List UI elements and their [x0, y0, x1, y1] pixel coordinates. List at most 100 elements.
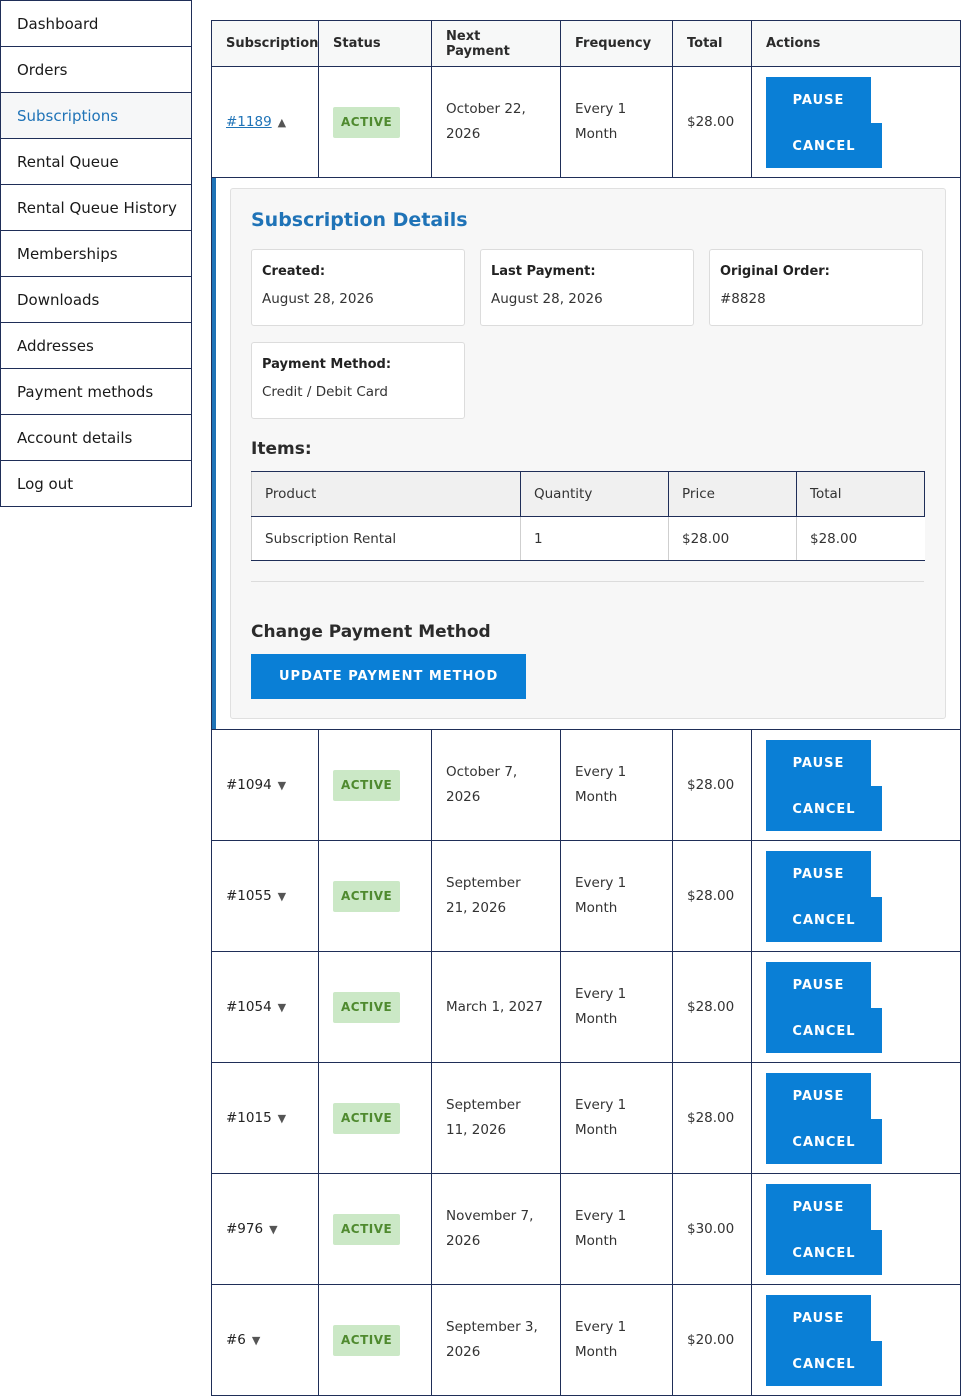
- frequency-cell: Every 1 Month: [560, 951, 673, 1063]
- subscription-id-cell: #1055 ▼: [211, 840, 319, 952]
- subscription-id[interactable]: #976: [226, 1221, 263, 1237]
- nav-item-payment-methods[interactable]: Payment methods: [0, 368, 192, 415]
- table-row: #976 ▼ ACTIVE November 7, 2026 Every 1 Mo…: [211, 1173, 961, 1285]
- frequency-cell: Every 1 Month: [560, 840, 673, 952]
- items-header-quantity: Quantity: [520, 471, 669, 517]
- subscription-id[interactable]: #1055: [226, 888, 272, 904]
- pause-button[interactable]: PAUSE: [766, 739, 871, 786]
- nav-item-orders[interactable]: Orders: [0, 46, 192, 93]
- subscription-id-cell: #1189 ▲: [211, 66, 319, 178]
- actions-cell: PAUSE CANCEL: [751, 1173, 961, 1285]
- pause-button[interactable]: PAUSE: [766, 961, 871, 1008]
- expand-arrow-icon[interactable]: ▼: [278, 1001, 286, 1014]
- original-order-label: Original Order:: [720, 264, 830, 279]
- actions-cell: PAUSE CANCEL: [751, 951, 961, 1063]
- item-total: $28.00: [796, 516, 925, 561]
- subscription-id-cell: #976 ▼: [211, 1173, 319, 1285]
- item-price: $28.00: [668, 516, 797, 561]
- table-row: #6 ▼ ACTIVE September 3, 2026 Every 1 Mon…: [211, 1284, 961, 1396]
- next-payment-cell: October 7, 2026: [431, 729, 561, 841]
- created-value: August 28, 2026: [262, 291, 374, 307]
- cancel-button[interactable]: CANCEL: [766, 1007, 882, 1053]
- pause-button[interactable]: PAUSE: [766, 1183, 871, 1230]
- status-cell: ACTIVE: [318, 1173, 432, 1285]
- last-payment-value: August 28, 2026: [491, 291, 603, 307]
- total-cell: $30.00: [672, 1173, 752, 1285]
- expand-arrow-icon[interactable]: ▼: [252, 1334, 260, 1347]
- pause-button[interactable]: PAUSE: [766, 1294, 871, 1341]
- subscriptions-table: Subscription Status Next Payment Frequen…: [211, 20, 961, 1396]
- cancel-button[interactable]: CANCEL: [766, 122, 882, 168]
- nav-item-addresses[interactable]: Addresses: [0, 322, 192, 369]
- expand-arrow-icon[interactable]: ▼: [278, 779, 286, 792]
- nav-item-account-details[interactable]: Account details: [0, 414, 192, 461]
- actions-cell: PAUSE CANCEL: [751, 729, 961, 841]
- created-label: Created:: [262, 264, 326, 279]
- next-payment-cell: September 11, 2026: [431, 1062, 561, 1174]
- table-row: #1015 ▼ ACTIVE September 11, 2026 Every 1…: [211, 1062, 961, 1174]
- items-title: Items:: [251, 439, 312, 459]
- status-cell: ACTIVE: [318, 1062, 432, 1174]
- subscription-id-cell: #1054 ▼: [211, 951, 319, 1063]
- items-header-row: Product Quantity Price Total: [251, 471, 925, 517]
- table-header-row: Subscription Status Next Payment Frequen…: [211, 20, 961, 67]
- payment-method-card: Payment Method: Credit / Debit Card: [251, 342, 465, 419]
- status-badge: ACTIVE: [333, 1102, 401, 1134]
- total-cell: $28.00: [672, 1062, 752, 1174]
- total-cell: $28.00: [672, 840, 752, 952]
- subscription-id-link[interactable]: #1189: [226, 114, 272, 130]
- nav-item-dashboard[interactable]: Dashboard: [0, 0, 192, 47]
- subscription-id-cell: #6 ▼: [211, 1284, 319, 1396]
- original-order-value: #8828: [720, 291, 766, 307]
- cancel-button[interactable]: CANCEL: [766, 1118, 882, 1164]
- cancel-button[interactable]: CANCEL: [766, 896, 882, 942]
- update-payment-method-button[interactable]: UPDATE PAYMENT METHOD: [251, 654, 527, 699]
- header-next-payment: Next Payment: [431, 20, 561, 67]
- expand-arrow-icon[interactable]: ▼: [269, 1223, 277, 1236]
- actions-cell: PAUSE CANCEL: [751, 66, 961, 178]
- details-cell: Subscription Details Created: August 28,…: [211, 177, 961, 730]
- next-payment-cell: September 21, 2026: [431, 840, 561, 952]
- status-badge: ACTIVE: [333, 1324, 401, 1356]
- pause-button[interactable]: PAUSE: [766, 76, 871, 123]
- frequency-cell: Every 1 Month: [560, 1173, 673, 1285]
- items-header-price: Price: [668, 471, 797, 517]
- nav-item-rental-queue-history[interactable]: Rental Queue History: [0, 184, 192, 231]
- table-row: Subscription Rental 1 $28.00 $28.00: [251, 516, 925, 561]
- actions-cell: PAUSE CANCEL: [751, 1284, 961, 1396]
- nav-item-subscriptions[interactable]: Subscriptions: [0, 92, 192, 139]
- subscription-id[interactable]: #1015: [226, 1110, 272, 1126]
- subscription-id[interactable]: #1054: [226, 999, 272, 1015]
- items-table: Product Quantity Price Total Subscriptio…: [251, 471, 925, 561]
- total-cell: $28.00: [672, 729, 752, 841]
- expand-arrow-icon[interactable]: ▼: [278, 1112, 286, 1125]
- change-payment-title: Change Payment Method: [251, 622, 491, 642]
- next-payment-cell: March 1, 2027: [431, 951, 561, 1063]
- nav-item-log-out[interactable]: Log out: [0, 460, 192, 507]
- expand-arrow-icon[interactable]: ▼: [278, 890, 286, 903]
- status-badge: ACTIVE: [333, 880, 401, 912]
- subscription-details-row: Subscription Details Created: August 28,…: [211, 177, 961, 730]
- last-payment-card: Last Payment: August 28, 2026: [480, 249, 694, 326]
- details-title: Subscription Details: [251, 209, 468, 231]
- nav-item-downloads[interactable]: Downloads: [0, 276, 192, 323]
- frequency-cell: Every 1 Month: [560, 1062, 673, 1174]
- cancel-button[interactable]: CANCEL: [766, 785, 882, 831]
- pause-button[interactable]: PAUSE: [766, 1072, 871, 1119]
- details-info-grid: Created: August 28, 2026 Last Payment: A…: [251, 249, 924, 419]
- total-cell: $20.00: [672, 1284, 752, 1396]
- subscription-id[interactable]: #1094: [226, 777, 272, 793]
- payment-method-label: Payment Method:: [262, 357, 392, 372]
- details-divider: [251, 581, 924, 582]
- nav-item-memberships[interactable]: Memberships: [0, 230, 192, 277]
- cancel-button[interactable]: CANCEL: [766, 1340, 882, 1386]
- subscription-id[interactable]: #6: [226, 1332, 246, 1348]
- status-cell: ACTIVE: [318, 1284, 432, 1396]
- item-quantity: 1: [520, 516, 669, 561]
- header-status: Status: [318, 20, 432, 67]
- cancel-button[interactable]: CANCEL: [766, 1229, 882, 1275]
- nav-item-rental-queue[interactable]: Rental Queue: [0, 138, 192, 185]
- table-row: #1055 ▼ ACTIVE September 21, 2026 Every 1…: [211, 840, 961, 952]
- collapse-arrow-icon[interactable]: ▲: [278, 116, 286, 129]
- pause-button[interactable]: PAUSE: [766, 850, 871, 897]
